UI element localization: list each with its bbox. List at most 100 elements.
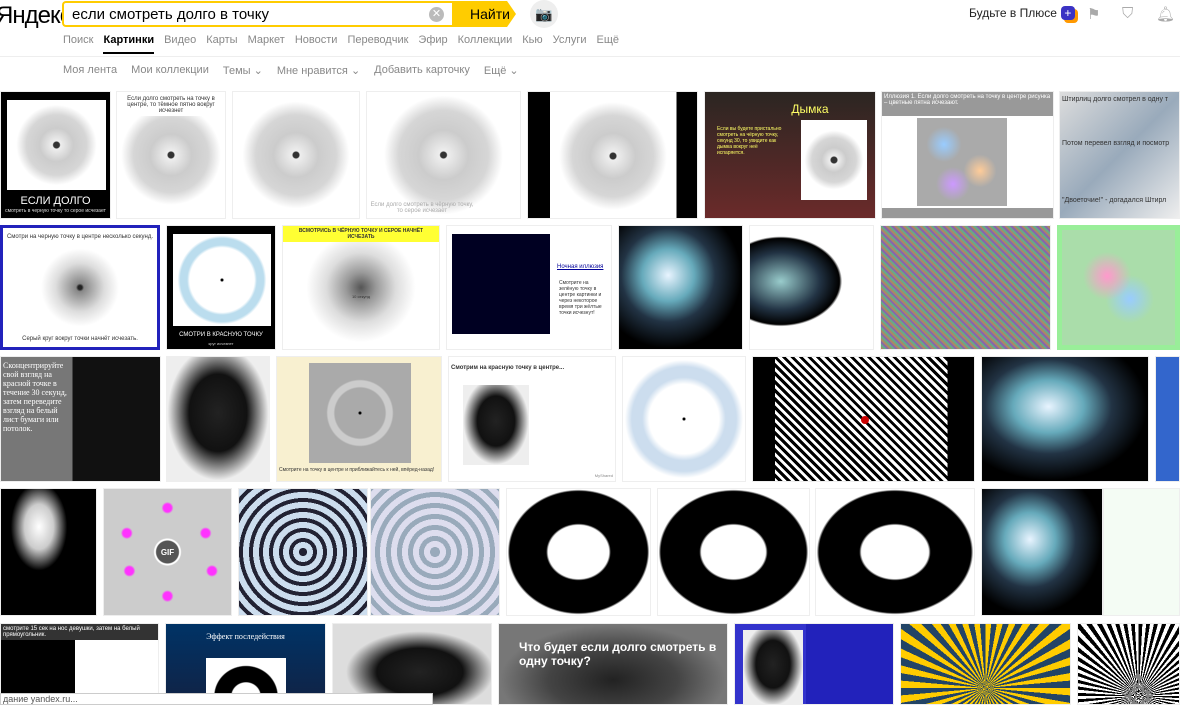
image-result[interactable]: ЕСЛИ ДОЛГО смотреть в черную точку то се… bbox=[0, 91, 111, 219]
image-result[interactable] bbox=[1103, 488, 1180, 616]
caption: "Двоеточие!" - догадался Штирл bbox=[1062, 197, 1167, 204]
caption: смотреть в черную точку то серое исчезае… bbox=[5, 208, 106, 214]
nav-market[interactable]: Маркет bbox=[248, 34, 285, 54]
camera-search-icon[interactable]: 📷 bbox=[530, 0, 558, 28]
service-nav: Поиск Картинки Видео Карты Маркет Новост… bbox=[63, 34, 619, 54]
subnav-my-feed[interactable]: Моя лента bbox=[63, 64, 117, 77]
thumb bbox=[309, 363, 411, 463]
nav-search[interactable]: Поиск bbox=[63, 34, 93, 54]
caption: Сконцентрируйте свой взгляд на красной т… bbox=[3, 361, 67, 433]
image-result[interactable] bbox=[981, 356, 1149, 482]
image-result[interactable] bbox=[618, 225, 743, 350]
image-result[interactable] bbox=[657, 488, 810, 616]
plus-icon: + bbox=[1060, 6, 1075, 20]
nav-efir[interactable]: Эфир bbox=[418, 34, 447, 54]
subnav-likes[interactable]: Мне нравится ⌄ bbox=[277, 64, 360, 77]
caption: смотрите 15 сек на нос девушки, затем на… bbox=[1, 624, 158, 640]
caption: 10 секунд bbox=[351, 294, 371, 299]
caption: Иллюзия 1. Если долго смотреть на точку … bbox=[884, 94, 1051, 106]
image-result[interactable]: Штирлиц долго смотрел в одну т Потом пер… bbox=[1059, 91, 1180, 219]
image-result[interactable] bbox=[752, 356, 975, 482]
nav-images[interactable]: Картинки bbox=[103, 34, 155, 54]
nav-maps[interactable]: Карты bbox=[206, 34, 237, 54]
image-result[interactable] bbox=[880, 225, 1051, 350]
caption: MyShared bbox=[594, 473, 613, 478]
image-result[interactable] bbox=[1057, 225, 1180, 350]
nav-services[interactable]: Услуги bbox=[553, 34, 587, 54]
image-result[interactable]: Иллюзия 1. Если долго смотреть на точку … bbox=[881, 91, 1054, 219]
image-result[interactable] bbox=[1155, 356, 1180, 482]
thumb bbox=[801, 120, 867, 200]
image-result[interactable]: Ночная иллюзия Смотрите на зелёную точку… bbox=[446, 225, 612, 350]
image-result[interactable]: Дымка Если вы будете пристально смотреть… bbox=[704, 91, 876, 219]
caption: круг исчезнет bbox=[208, 341, 234, 346]
divider bbox=[0, 56, 1180, 57]
image-result[interactable]: Смотрите на точку в центре и приближайте… bbox=[276, 356, 442, 482]
nav-video[interactable]: Видео bbox=[164, 34, 196, 54]
thumb bbox=[882, 116, 1053, 208]
image-result[interactable] bbox=[0, 488, 97, 616]
bell-icon[interactable]: 🔔︎ bbox=[1156, 5, 1175, 23]
image-result[interactable] bbox=[370, 488, 500, 616]
caption: Дымка bbox=[791, 102, 829, 116]
collections-flag-icon[interactable]: ⚑ bbox=[1087, 5, 1100, 23]
image-result[interactable] bbox=[981, 488, 1103, 616]
image-result[interactable] bbox=[506, 488, 651, 616]
subnav-add-card[interactable]: Добавить карточку bbox=[374, 64, 470, 77]
nav-more[interactable]: Ещё bbox=[596, 34, 619, 54]
thumb bbox=[173, 234, 271, 326]
caption: Смотрите на зелёную точку в центре карти… bbox=[559, 280, 602, 316]
subnav-topics[interactable]: Темы ⌄ bbox=[223, 64, 263, 77]
image-result[interactable] bbox=[900, 623, 1071, 705]
caption: Если долго смотреть в чёрную точку, то с… bbox=[370, 202, 474, 214]
image-result[interactable]: СМОТРИ В КРАСНУЮ ТОЧКУ круг исчезнет bbox=[166, 225, 276, 350]
image-result[interactable] bbox=[749, 225, 874, 350]
plus-label: Будьте в Плюсе bbox=[969, 6, 1057, 20]
image-result[interactable] bbox=[1077, 623, 1180, 705]
caption: Ночная иллюзия bbox=[557, 264, 604, 270]
nav-translator[interactable]: Переводчик bbox=[347, 34, 408, 54]
search-input[interactable] bbox=[64, 3, 424, 25]
nav-collections[interactable]: Коллекции bbox=[458, 34, 513, 54]
image-result[interactable]: ВСМОТРИСЬ В ЧЁРНУЮ ТОЧКУ И СЕРОЕ НАЧНЁТ … bbox=[282, 225, 440, 350]
image-result[interactable]: Смотри на черную точку в центре нескольк… bbox=[0, 225, 160, 350]
image-result[interactable] bbox=[734, 623, 894, 705]
image-result[interactable] bbox=[527, 91, 698, 219]
yandex-logo[interactable]: Яндекс bbox=[0, 2, 72, 30]
gif-badge: GIF bbox=[160, 548, 175, 557]
caption: Если долго смотреть на точку в центре, т… bbox=[117, 94, 225, 116]
search-box[interactable]: ✕ bbox=[62, 1, 452, 27]
caption: Штирлиц долго смотрел в одну т bbox=[1062, 96, 1169, 103]
clear-icon[interactable]: ✕ bbox=[429, 7, 444, 22]
plus-promo-link[interactable]: Будьте в Плюсе + bbox=[969, 6, 1075, 20]
thumb bbox=[463, 385, 529, 465]
thumb bbox=[7, 100, 106, 190]
image-result[interactable] bbox=[166, 356, 270, 482]
images-subnav: Моя лента Мои коллекции Темы ⌄ Мне нрави… bbox=[63, 64, 519, 77]
caption: ВСМОТРИСЬ В ЧЁРНУЮ ТОЧКУ И СЕРОЕ НАЧНЁТ … bbox=[283, 226, 439, 242]
image-result[interactable]: Если долго смотреть на точку в центре, т… bbox=[116, 91, 226, 219]
shield-icon[interactable]: ⛉ bbox=[1122, 5, 1133, 22]
image-result[interactable] bbox=[232, 91, 360, 219]
image-result[interactable]: GIF bbox=[103, 488, 232, 616]
caption: Смотрим на красную точку в центре... bbox=[451, 365, 565, 371]
thumb bbox=[743, 630, 803, 704]
caption: Смотрите на точку в центре и приближайте… bbox=[279, 467, 435, 473]
nav-news[interactable]: Новости bbox=[295, 34, 338, 54]
image-result[interactable]: Что будет если долго смотреть в одну точ… bbox=[498, 623, 728, 705]
image-result[interactable]: Если долго смотреть в чёрную точку, то с… bbox=[366, 91, 521, 219]
image-result[interactable] bbox=[622, 356, 746, 482]
thumb bbox=[452, 234, 550, 334]
subnav-more[interactable]: Ещё ⌄ bbox=[484, 64, 519, 77]
caption: Что будет если долго смотреть в одну точ… bbox=[519, 640, 717, 668]
nav-q[interactable]: Кью bbox=[522, 34, 542, 54]
red-dot-icon bbox=[861, 416, 869, 424]
image-result[interactable]: Смотрим на красную точку в центре... MyS… bbox=[448, 356, 616, 482]
find-button[interactable]: Найти bbox=[452, 1, 516, 27]
caption: Потом перевел взгляд и посмотр bbox=[1062, 140, 1170, 147]
image-result[interactable] bbox=[238, 488, 368, 616]
subnav-my-collections[interactable]: Мои коллекции bbox=[131, 64, 209, 77]
image-result[interactable] bbox=[815, 488, 975, 616]
caption: Смотри на черную точку в центре нескольк… bbox=[6, 234, 154, 240]
image-result[interactable]: Сконцентрируйте свой взгляд на красной т… bbox=[0, 356, 161, 482]
